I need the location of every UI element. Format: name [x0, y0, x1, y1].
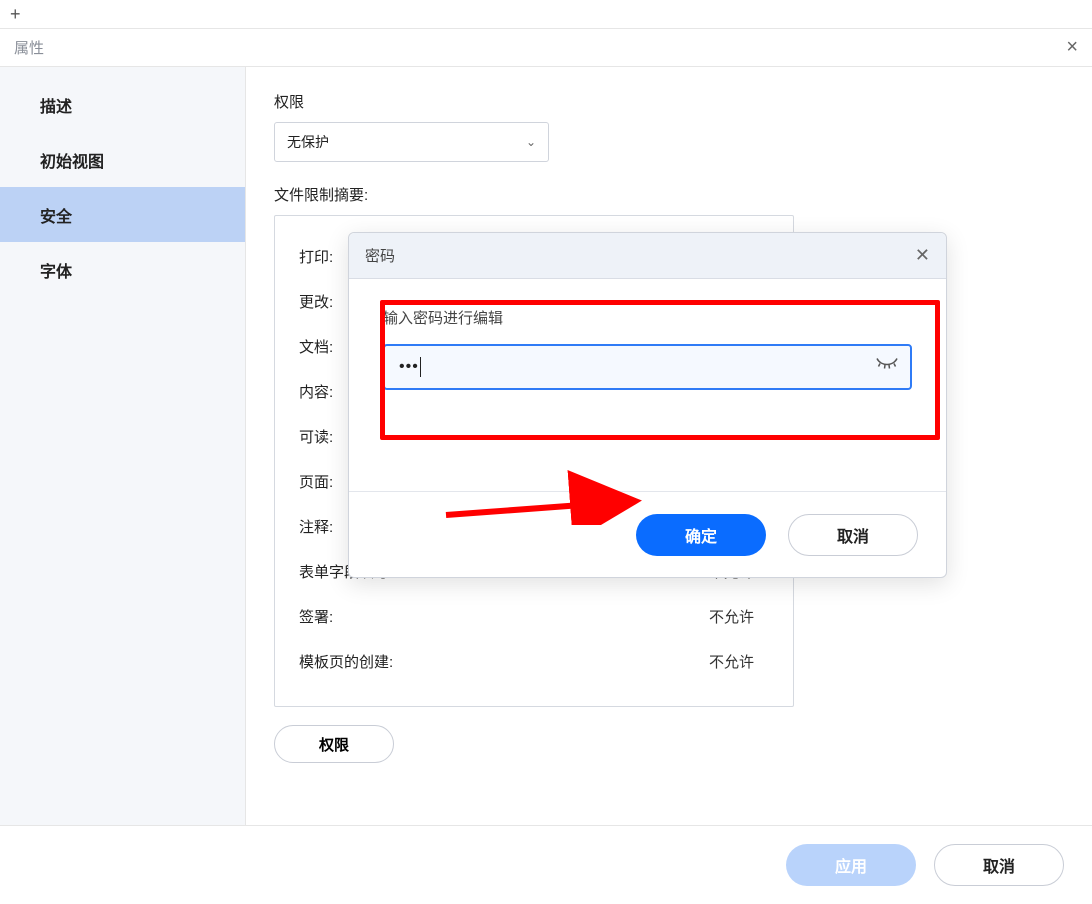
modal-header: 密码 ✕	[349, 233, 946, 279]
sidebar-item-fonts[interactable]: 字体	[0, 242, 245, 297]
window-titlebar: 属性 ×	[0, 29, 1092, 67]
permissions-button[interactable]: 权限	[274, 725, 394, 763]
permissions-label: 权限	[274, 91, 1064, 112]
close-icon[interactable]: ×	[1066, 36, 1078, 59]
modal-title: 密码	[365, 245, 395, 266]
ok-button[interactable]: 确定	[636, 514, 766, 556]
apply-button[interactable]: 应用	[786, 844, 916, 886]
password-modal: 密码 ✕ 输入密码进行编辑 ••• 确定 取消	[348, 232, 947, 578]
modal-close-icon[interactable]: ✕	[915, 245, 930, 266]
restrict-row: 模板页的创建:不允许	[299, 639, 769, 684]
cancel-button[interactable]: 取消	[934, 844, 1064, 886]
protection-select-value: 无保护	[287, 132, 329, 152]
dialog-footer: 应用 取消	[0, 825, 1092, 903]
sidebar-item-description[interactable]: 描述	[0, 77, 245, 132]
sidebar-item-security[interactable]: 安全	[0, 187, 245, 242]
sidebar: 描述 初始视图 安全 字体	[0, 67, 246, 825]
window-title: 属性	[14, 37, 44, 58]
password-input[interactable]: •••	[383, 344, 912, 390]
sidebar-item-initial-view[interactable]: 初始视图	[0, 132, 245, 187]
modal-body: 输入密码进行编辑 •••	[349, 279, 946, 491]
modal-cancel-button[interactable]: 取消	[788, 514, 918, 556]
restrict-row: 签署:不允许	[299, 594, 769, 639]
plus-icon[interactable]: +	[10, 4, 21, 25]
password-value: •••	[399, 357, 421, 377]
sidebar-item-label: 描述	[40, 93, 72, 117]
sidebar-item-label: 初始视图	[40, 148, 104, 172]
modal-footer: 确定 取消	[349, 491, 946, 577]
sidebar-item-label: 字体	[40, 258, 72, 282]
chevron-down-icon: ⌄	[526, 135, 536, 149]
app-tabstrip: +	[0, 0, 1092, 29]
protection-select[interactable]: 无保护 ⌄	[274, 122, 549, 162]
sidebar-item-label: 安全	[40, 203, 72, 227]
password-label: 输入密码进行编辑	[383, 307, 912, 328]
eye-closed-icon[interactable]	[876, 358, 898, 377]
restrictions-header: 文件限制摘要:	[274, 184, 1064, 205]
